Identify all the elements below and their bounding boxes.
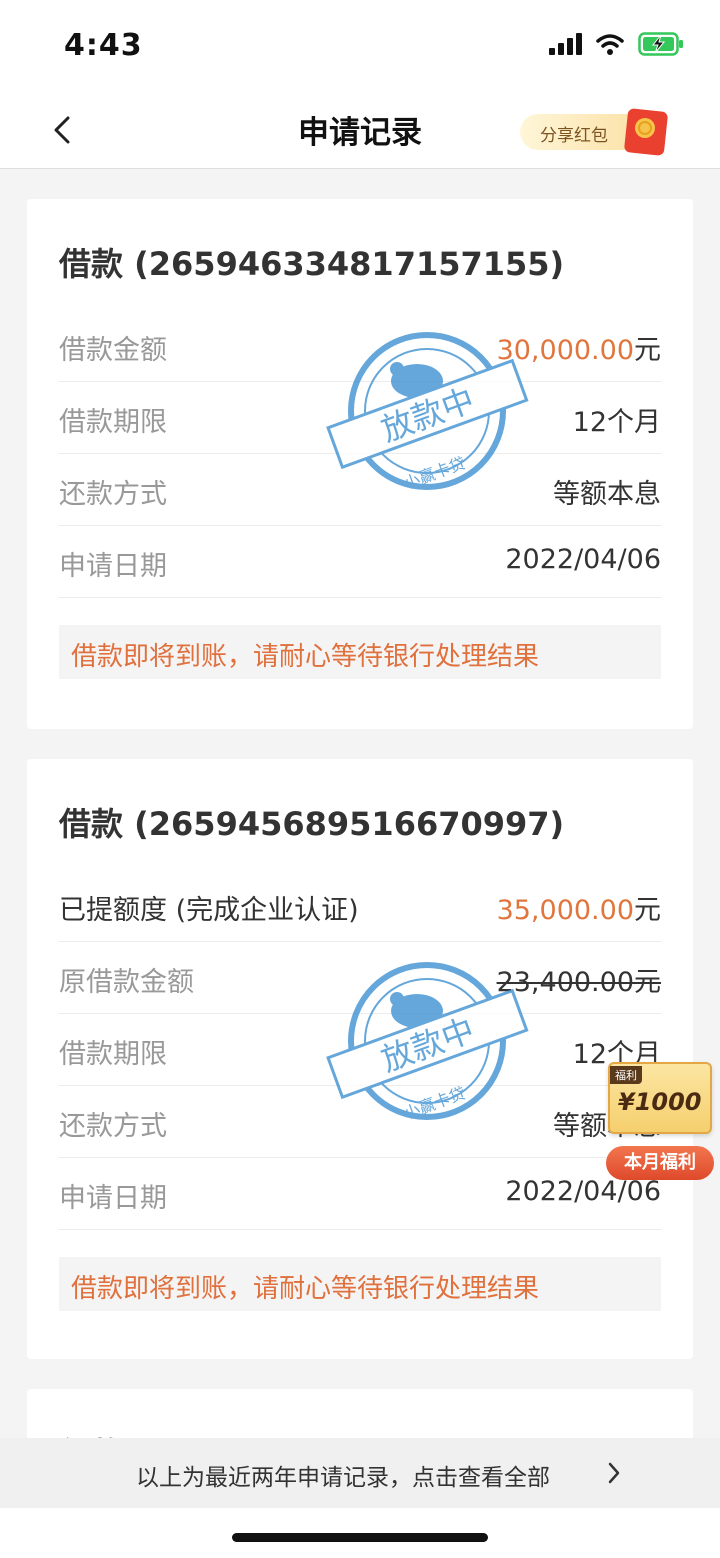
- original-amount: 23,400.00元: [496, 967, 661, 998]
- card-title: 借款 (265933567814980134): [59, 1429, 564, 1438]
- home-indicator[interactable]: [232, 1533, 488, 1542]
- row-value: 2022/04/06: [505, 544, 661, 575]
- monthly-benefit-widget[interactable]: 福利 ¥1000 本月福利: [598, 1052, 720, 1188]
- notice-text: 借款即将到账，请耐心等待银行处理结果: [71, 642, 540, 672]
- row-value: 35,000.00元: [497, 888, 661, 927]
- status-time: 4:43: [64, 28, 143, 63]
- footer-text: 以上为最近两年申请记录，点击查看全部: [136, 1465, 550, 1491]
- home-indicator-area: [0, 1508, 720, 1558]
- raised-limit-row: 已提额度 (完成企业认证) 35,000.00元: [59, 869, 661, 942]
- row-label: 申请日期: [59, 551, 167, 582]
- status-bar: 4:43: [0, 0, 720, 90]
- row-label: 借款金额: [59, 335, 167, 366]
- row-label: 借款期限: [59, 1039, 167, 1070]
- row-label: 还款方式: [59, 479, 167, 510]
- repayment-method-row: 还款方式 等额本息: [59, 1085, 661, 1158]
- application-list[interactable]: 借款 (265946334817157155) 借款金额 30,000.00元 …: [0, 169, 720, 1438]
- view-all-records-bar[interactable]: 以上为最近两年申请记录，点击查看全部: [0, 1438, 720, 1508]
- row-label: 还款方式: [59, 1111, 167, 1142]
- notice-text: 借款即将到账，请耐心等待银行处理结果: [71, 1274, 540, 1304]
- application-date-row: 申请日期 2022/04/06: [59, 1157, 661, 1230]
- row-label: 申请日期: [59, 1183, 167, 1214]
- loan-term-row: 借款期限 12个月: [59, 381, 661, 454]
- loan-card: 借款 (265945689516670997) 已提额度 (完成企业认证) 35…: [27, 759, 693, 1359]
- row-label: 原借款金额: [59, 967, 194, 998]
- amount-unit: 元: [634, 335, 661, 366]
- card-title: 借款 (265946334817157155): [59, 245, 565, 283]
- status-icons: [548, 32, 684, 56]
- application-date-row: 申请日期 2022/04/06: [59, 525, 661, 598]
- nav-bar: 申请记录 分享红包: [0, 90, 720, 169]
- benefit-label: 本月福利: [606, 1146, 714, 1180]
- signal-icon: [549, 33, 582, 55]
- share-label: 分享红包: [540, 126, 608, 146]
- status-notice: 借款即将到账，请耐心等待银行处理结果: [59, 1257, 661, 1311]
- original-amount-row: 原借款金额 23,400.00元: [59, 941, 661, 1014]
- battery-charging-icon: [638, 32, 683, 56]
- chevron-right-icon: [608, 1462, 620, 1484]
- loan-card: 借款 (265933567814980134): [27, 1389, 693, 1438]
- benefit-tag: 福利: [610, 1066, 642, 1084]
- row-label: 借款期限: [59, 407, 167, 438]
- red-envelope-icon: [624, 108, 668, 156]
- wifi-icon: [596, 34, 624, 55]
- row-value: 12个月: [572, 407, 661, 438]
- loan-amount-row: 借款金额 30,000.00元: [59, 309, 661, 382]
- card-title: 借款 (265945689516670997): [59, 805, 565, 843]
- repayment-method-row: 还款方式 等额本息: [59, 453, 661, 526]
- row-label: 已提额度 (完成企业认证): [59, 895, 359, 926]
- benefit-ticket: 福利 ¥1000: [608, 1062, 712, 1134]
- amount-unit: 元: [634, 895, 661, 926]
- row-value: 30,000.00元: [497, 328, 661, 367]
- loan-amount: 30,000.00: [496, 335, 634, 366]
- row-value: 等额本息: [553, 479, 661, 510]
- raised-amount: 35,000.00: [496, 895, 634, 926]
- loan-term-row: 借款期限 12个月: [59, 1013, 661, 1086]
- loan-card: 借款 (265946334817157155) 借款金额 30,000.00元 …: [27, 199, 693, 729]
- share-red-packet-button[interactable]: 分享红包: [520, 108, 672, 156]
- status-notice: 借款即将到账，请耐心等待银行处理结果: [59, 625, 661, 679]
- benefit-amount: ¥1000: [618, 1088, 702, 1116]
